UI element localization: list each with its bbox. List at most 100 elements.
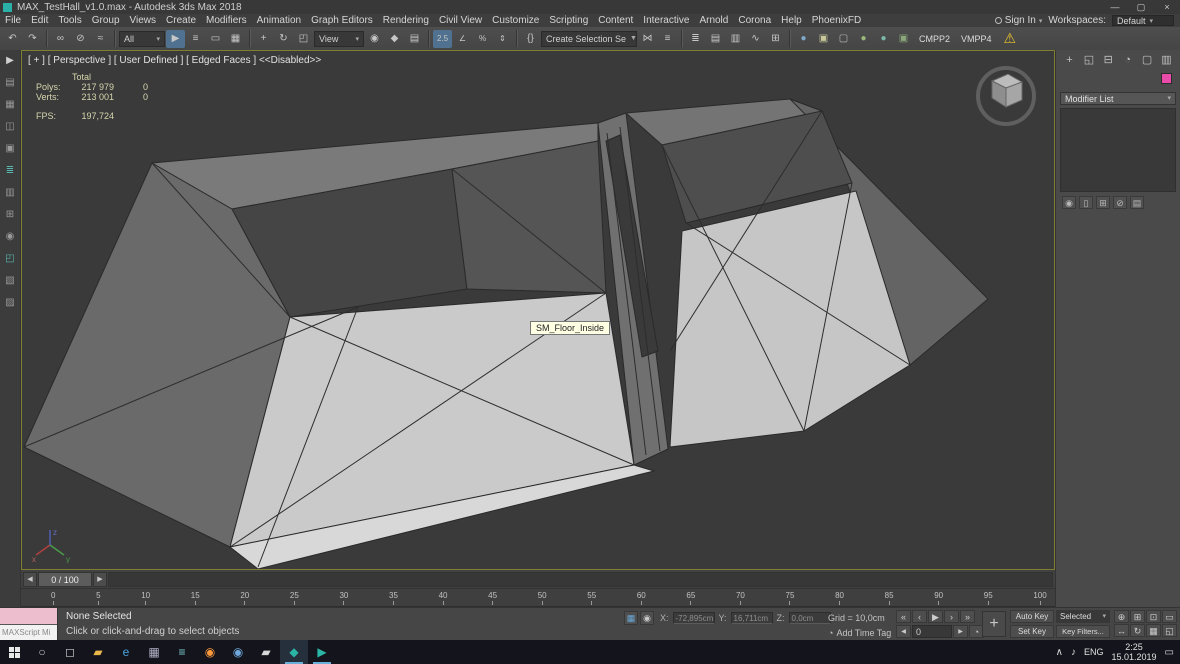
- use-pivot-point-center-icon[interactable]: ◉: [365, 30, 384, 48]
- current-frame-field[interactable]: 0: [912, 625, 952, 638]
- align-icon[interactable]: ≡: [658, 30, 677, 48]
- firefox-icon[interactable]: ◉: [196, 640, 224, 664]
- menu-item[interactable]: Interactive: [638, 14, 694, 27]
- strip-more-icon[interactable]: ▨: [5, 297, 14, 308]
- render-setup-icon[interactable]: ▣: [814, 30, 833, 48]
- keyboard-shortcut-override-icon[interactable]: ▤: [405, 30, 424, 48]
- select-and-rotate-icon[interactable]: ↻: [274, 30, 293, 48]
- frame-spin-up[interactable]: ▶: [953, 625, 968, 638]
- menu-item[interactable]: Customize: [487, 14, 544, 27]
- maxscript-listener-field[interactable]: MAXScript Mi: [0, 625, 57, 640]
- schematic-view-icon[interactable]: ⊞: [766, 30, 785, 48]
- object-color-swatch[interactable]: [1161, 73, 1172, 84]
- z-coordinate-field[interactable]: 0,0cm: [789, 612, 831, 624]
- chrome-icon[interactable]: ◉: [224, 640, 252, 664]
- viewport-label[interactable]: [ + ] [ Perspective ] [ User Defined ] […: [28, 55, 321, 66]
- hierarchy-tab-icon[interactable]: ⊟: [1101, 53, 1116, 68]
- select-by-name-icon[interactable]: ≡: [186, 30, 205, 48]
- remove-modifier-icon[interactable]: ⊘: [1113, 196, 1127, 209]
- configure-modifier-sets-icon[interactable]: ▤: [1130, 196, 1144, 209]
- reference-coordinate-dropdown[interactable]: View ▾: [314, 31, 364, 47]
- render-production-icon[interactable]: ●: [854, 30, 873, 48]
- next-frame-button[interactable]: ›: [944, 610, 959, 623]
- maximize-viewport-toggle-icon[interactable]: ◱: [1162, 624, 1177, 637]
- select-and-scale-icon[interactable]: ◰: [294, 30, 313, 48]
- menu-item[interactable]: Corona: [733, 14, 776, 27]
- previous-frame-button[interactable]: ‹: [912, 610, 927, 623]
- zoom-all-icon[interactable]: ⊞: [1130, 610, 1145, 623]
- go-to-start-button[interactable]: «: [896, 610, 911, 623]
- close-button[interactable]: ×: [1154, 0, 1180, 14]
- task-view-icon[interactable]: ◻: [56, 640, 84, 664]
- add-layout-tab-icon[interactable]: ⊞: [6, 209, 14, 220]
- warning-icon[interactable]: ⚠: [1004, 30, 1017, 47]
- maxscript-mini-listener[interactable]: MAXScript Mi: [0, 608, 58, 641]
- menu-item[interactable]: Tools: [53, 14, 86, 27]
- layout-standard-icon[interactable]: ▤: [5, 77, 14, 88]
- edit-named-selection-sets-icon[interactable]: {}: [521, 30, 540, 48]
- toggle-scene-explorer-icon[interactable]: ≣: [686, 30, 705, 48]
- viewport-cursor-icon[interactable]: ▶: [6, 55, 14, 66]
- menu-item[interactable]: Scripting: [544, 14, 593, 27]
- select-and-move-icon[interactable]: +: [254, 30, 273, 48]
- create-tab-icon[interactable]: +: [1062, 53, 1077, 68]
- motion-tab-icon[interactable]: ◔: [1120, 53, 1135, 68]
- add-time-tag[interactable]: ◔ Add Time Tag: [828, 628, 891, 638]
- layer-explorer-icon[interactable]: ▥: [5, 187, 14, 198]
- tray-expand-icon[interactable]: ∧: [1056, 647, 1063, 658]
- undo-icon[interactable]: ↶: [3, 30, 22, 48]
- menu-item[interactable]: Arnold: [694, 14, 733, 27]
- maximize-button[interactable]: ▢: [1128, 0, 1154, 14]
- phoenix-icon[interactable]: ▶: [308, 640, 336, 664]
- volume-icon[interactable]: ♪: [1071, 647, 1076, 658]
- toggle-ribbon-icon[interactable]: ▥: [726, 30, 745, 48]
- zoom-region-icon[interactable]: ▭: [1162, 610, 1177, 623]
- time-slider-track[interactable]: [108, 572, 1053, 587]
- strip-extra-icon[interactable]: ▧: [5, 275, 14, 286]
- menu-item[interactable]: Group: [87, 14, 125, 27]
- store-icon[interactable]: ▦: [140, 640, 168, 664]
- menu-item[interactable]: Graph Editors: [306, 14, 378, 27]
- named-selection-set-dropdown[interactable]: Create Selection Se ▼: [541, 31, 637, 47]
- start-button[interactable]: [0, 640, 28, 664]
- y-coordinate-field[interactable]: 16,711cm: [731, 612, 773, 624]
- angle-snap-icon[interactable]: ∠: [453, 30, 472, 48]
- isolate-selection-toggle-icon[interactable]: ▦: [624, 611, 638, 625]
- snaps-toggle-icon[interactable]: 2.5: [433, 30, 452, 48]
- auto-key-button[interactable]: Auto Key: [1010, 610, 1054, 623]
- menu-item[interactable]: Help: [776, 14, 807, 27]
- search-icon[interactable]: ○: [28, 640, 56, 664]
- menu-item[interactable]: Modifiers: [201, 14, 252, 27]
- next-frame-arrow[interactable]: ▶: [93, 572, 107, 587]
- render-in-cloud-icon[interactable]: ●: [874, 30, 893, 48]
- 3ds-max-icon[interactable]: ◆: [280, 640, 308, 664]
- viewport-snapshot-icon[interactable]: ◉: [6, 231, 15, 242]
- viewcube[interactable]: [968, 61, 1044, 129]
- workspaces-dropdown[interactable]: Default ▾: [1112, 15, 1174, 26]
- open-autodesk-app-icon[interactable]: ▣: [894, 30, 913, 48]
- zoom-extents-icon[interactable]: ⊡: [1146, 610, 1161, 623]
- taskbar-clock[interactable]: 2:25 15.01.2019: [1112, 642, 1157, 662]
- perspective-viewport[interactable]: [ + ] [ Perspective ] [ User Defined ] […: [21, 50, 1055, 570]
- select-and-link-icon[interactable]: ∞: [51, 30, 70, 48]
- menu-item[interactable]: Edit: [26, 14, 53, 27]
- file-explorer-icon[interactable]: ▰: [84, 640, 112, 664]
- minimize-button[interactable]: —: [1102, 0, 1128, 14]
- curve-editor-icon[interactable]: ∿: [746, 30, 765, 48]
- toggle-layer-explorer-icon[interactable]: ▤: [706, 30, 725, 48]
- zoom-extents-all-icon[interactable]: ▦: [1146, 624, 1161, 637]
- menu-item[interactable]: PhoenixFD: [807, 14, 866, 27]
- redo-icon[interactable]: ↷: [23, 30, 42, 48]
- menu-item[interactable]: Rendering: [378, 14, 434, 27]
- scene-explorer-icon[interactable]: ≣: [6, 165, 14, 176]
- go-to-end-button[interactable]: »: [960, 610, 975, 623]
- selection-lock-toggle-icon[interactable]: ◉: [640, 611, 654, 625]
- menu-item[interactable]: Animation: [252, 14, 306, 27]
- selection-filter-dropdown[interactable]: All ▾: [119, 31, 165, 47]
- select-object-icon[interactable]: ▶: [166, 30, 185, 48]
- key-mode-dropdown[interactable]: Selected ▾: [1056, 610, 1110, 623]
- pan-icon[interactable]: ↔: [1114, 624, 1129, 637]
- bind-to-space-warp-icon[interactable]: ≈: [91, 30, 110, 48]
- key-filters-button[interactable]: Key Filters...: [1056, 625, 1110, 638]
- action-center-icon[interactable]: ▭: [1165, 647, 1174, 658]
